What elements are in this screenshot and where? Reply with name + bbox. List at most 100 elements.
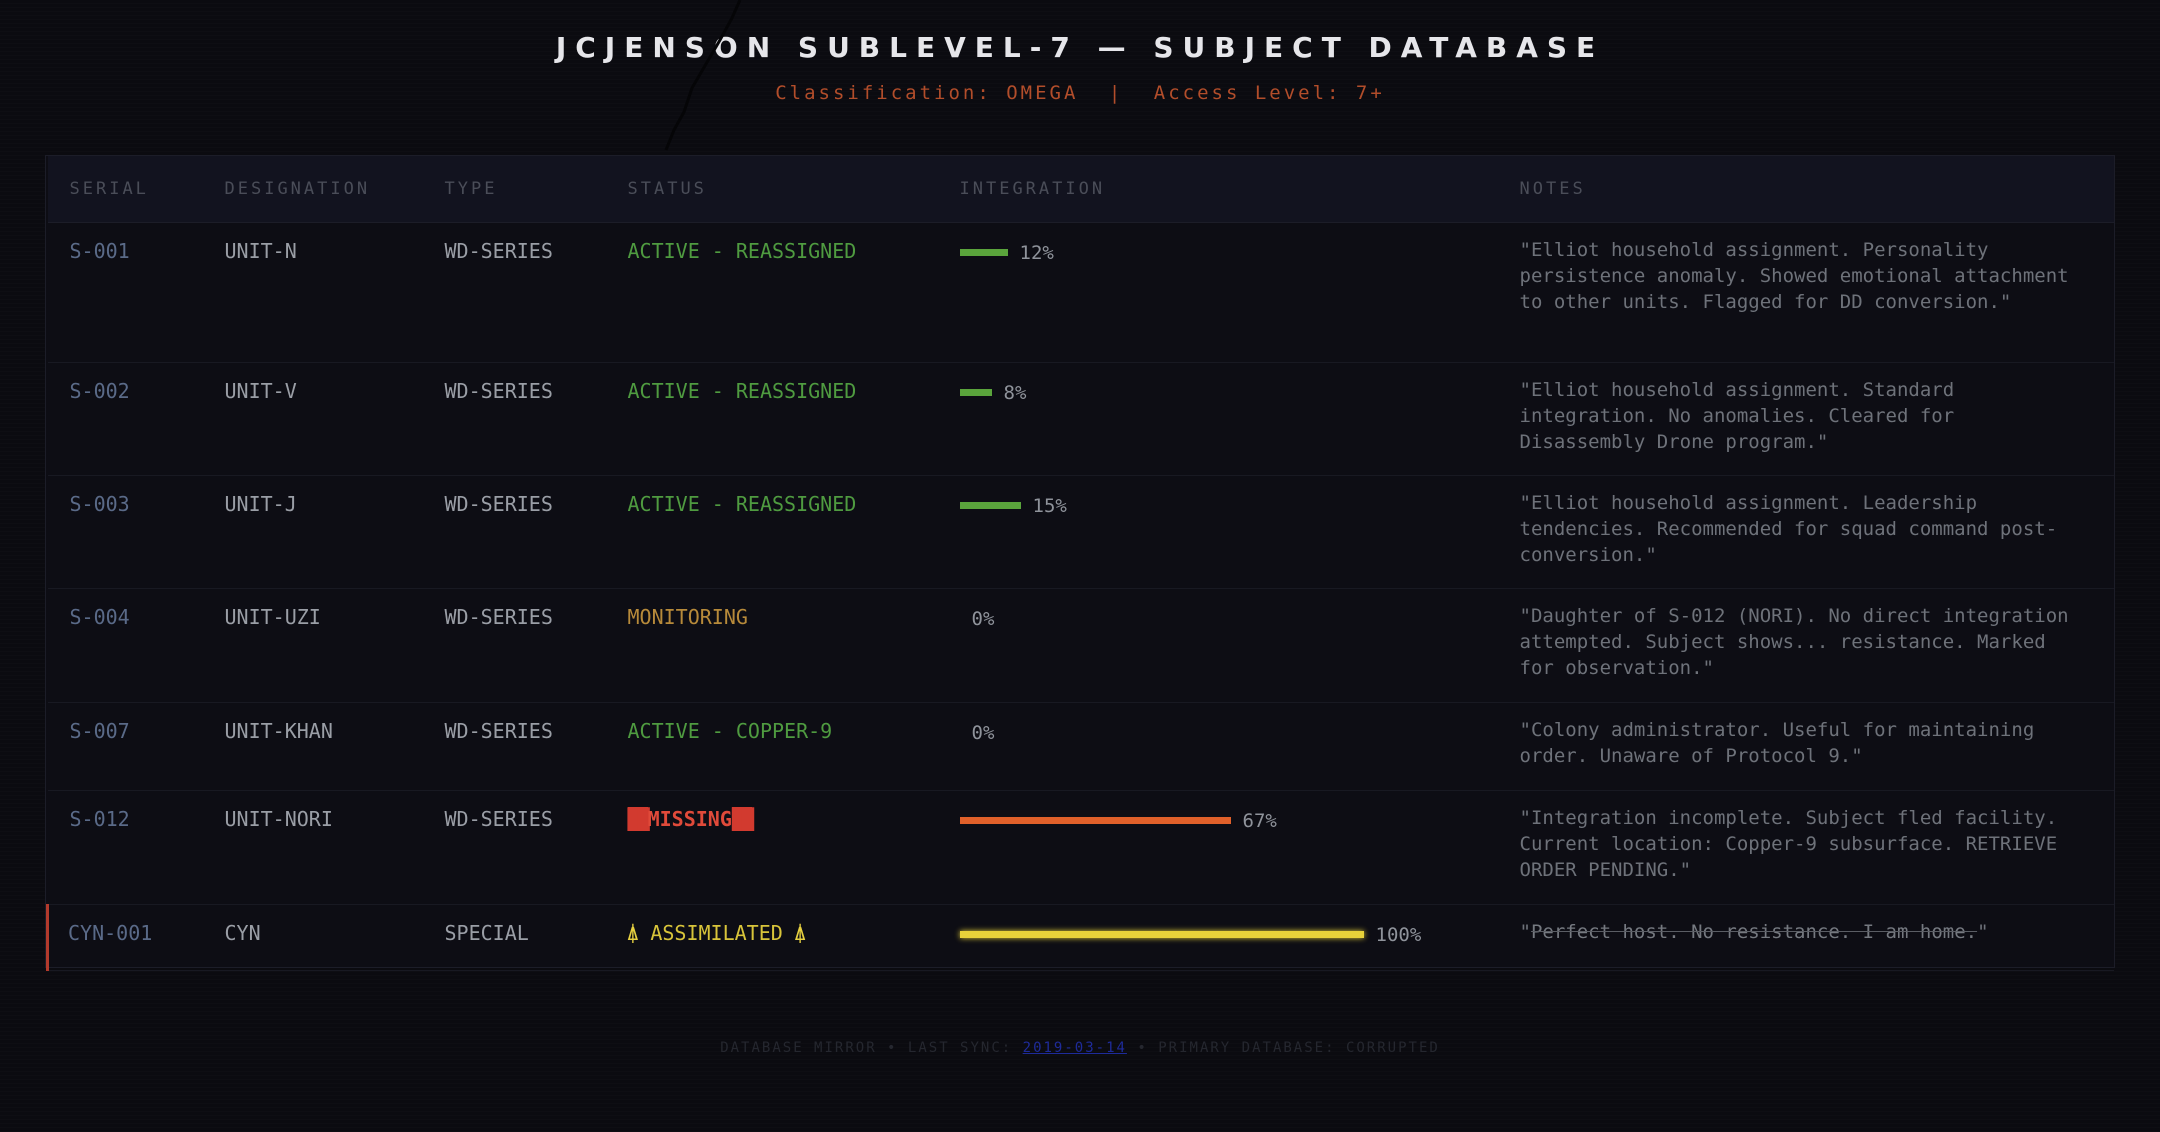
designation-cell: UNIT-NORI	[202, 790, 423, 905]
integration-percent: 8%	[1003, 381, 1027, 404]
type-cell: WD-SERIES	[422, 702, 606, 791]
serial-cell: S-004	[47, 588, 203, 703]
table-header-row: SERIAL DESIGNATION TYPE STATUS INTEGRATION NO…	[47, 156, 2114, 223]
classification-line: Classification: OMEGA | Access Level: 7+	[0, 82, 2160, 104]
status-text: ACTIVE - REASSIGNED	[627, 378, 857, 403]
quote-mark: "	[1519, 920, 1531, 943]
integration-cell: 0%	[937, 702, 1498, 791]
integration-bar-fill	[959, 817, 1231, 824]
status-cell: ⍋ ASSIMILATED ⍋	[605, 904, 938, 971]
designation-cell: UNIT-V	[202, 362, 423, 476]
integration-meter: 100%	[959, 921, 1498, 949]
integration-meter: 67%	[959, 807, 1498, 835]
type-cell: WD-SERIES	[422, 475, 606, 589]
status-text: ACTIVE - COPPER-9	[627, 718, 833, 743]
redaction-block: ██	[627, 806, 650, 831]
notes-cell: "Elliot household assignment. Personalit…	[1497, 222, 2114, 363]
type-cell: WD-SERIES	[422, 790, 606, 905]
table-row[interactable]: S-002 UNIT-V WD-SERIES ACTIVE - REASSIGNED 8…	[47, 362, 2114, 476]
table-row[interactable]: CYN-001 CYN SPECIAL ⍋ ASSIMILATED ⍋ 100% "Perfe…	[46, 904, 2114, 971]
column-header-status: STATUS	[605, 156, 938, 223]
table-row[interactable]: S-004 UNIT-UZI WD-SERIES MONITORING 0% "Daugh…	[47, 588, 2114, 703]
type-cell: WD-SERIES	[422, 222, 606, 363]
integration-percent: 0%	[971, 721, 995, 744]
biohazard-icon: ⍋	[627, 923, 639, 945]
page-title: JCJENSON SUBLEVEL-7 — SUBJECT DATABASE	[555, 31, 1605, 64]
column-header-notes: NOTES	[1497, 156, 2114, 223]
status-cell: ACTIVE - REASSIGNED	[605, 475, 938, 589]
serial-cell: S-012	[47, 790, 203, 905]
status-cell: ACTIVE - REASSIGNED	[605, 362, 938, 476]
biohazard-icon: ⍋	[794, 923, 806, 945]
notes-cell: "Daughter of S-012 (NORI). No direct int…	[1497, 588, 2114, 703]
column-header-type: TYPE	[422, 156, 606, 223]
notes-cell: "Integration incomplete. Subject fled fa…	[1497, 790, 2114, 905]
integration-cell: 0%	[937, 588, 1498, 703]
designation-cell: CYN	[202, 904, 423, 971]
integration-meter: 15%	[959, 492, 1498, 520]
status-cell: MONITORING	[605, 588, 938, 703]
footer: DATABASE MIRROR • LAST SYNC: 2019-03-14 …	[0, 1040, 2160, 1056]
status-cell: ACTIVE - COPPER-9	[605, 702, 938, 791]
integration-percent: 12%	[1019, 241, 1054, 264]
serial-cell: CYN-001	[46, 904, 203, 971]
page-header: JCJENSON SUBLEVEL-7 — SUBJECT DATABASE C…	[0, 0, 2160, 104]
integration-bar-fill	[959, 389, 992, 396]
status-cell: ACTIVE - REASSIGNED	[605, 222, 938, 363]
classification-label: Classification: OMEGA	[775, 82, 1079, 104]
integration-cell: 67%	[937, 790, 1498, 905]
column-header-designation: DESIGNATION	[202, 156, 423, 223]
serial-cell: S-003	[47, 475, 203, 589]
designation-cell: UNIT-KHAN	[202, 702, 423, 791]
access-level-label: Access Level: 7+	[1153, 82, 1385, 104]
footer-sync-text: DATABASE MIRROR • LAST SYNC:	[720, 1040, 1013, 1056]
table-row[interactable]: S-001 UNIT-N WD-SERIES ACTIVE - REASSIGNED 1…	[47, 222, 2114, 363]
column-header-integration: INTEGRATION	[937, 156, 1498, 223]
table-row[interactable]: S-007 UNIT-KHAN WD-SERIES ACTIVE - COPPER-9…	[47, 702, 2114, 791]
notes-cell: "Elliot household assignment. Standard i…	[1497, 362, 2114, 476]
table-row[interactable]: S-012 UNIT-NORI WD-SERIES ██MISSING██ 67% "In…	[47, 790, 2114, 905]
status-text: MONITORING	[627, 604, 748, 629]
serial-cell: S-001	[47, 222, 203, 363]
notes-cell: "Perfect host. No resistance. I am home.…	[1497, 904, 2114, 971]
integration-meter: 0%	[960, 605, 1498, 633]
integration-meter: 12%	[959, 239, 1498, 267]
serial-cell: S-007	[47, 702, 203, 791]
quote-mark: "	[1977, 920, 1989, 943]
subject-table-container: SERIAL DESIGNATION TYPE STATUS INTEGRATION NO…	[45, 155, 2115, 971]
integration-cell: 100%	[937, 904, 1498, 971]
integration-bar-fill	[959, 931, 1364, 938]
last-sync-link[interactable]: 2019-03-14	[1023, 1040, 1127, 1056]
integration-cell: 15%	[937, 475, 1498, 589]
glitched-note-text: Perfect host. No resistance. I am home.	[1530, 920, 1978, 943]
status-text: ACTIVE - REASSIGNED	[627, 491, 857, 516]
subject-table: SERIAL DESIGNATION TYPE STATUS INTEGRATION NO…	[46, 156, 2114, 971]
type-cell: SPECIAL	[422, 904, 606, 971]
redaction-block: ██	[731, 806, 754, 831]
status-text: ACTIVE - REASSIGNED	[627, 238, 857, 263]
table-body: S-001 UNIT-N WD-SERIES ACTIVE - REASSIGNED 1…	[46, 222, 2114, 971]
integration-cell: 12%	[937, 222, 1498, 363]
type-cell: WD-SERIES	[422, 588, 606, 703]
designation-cell: UNIT-J	[202, 475, 423, 589]
integration-percent: 0%	[971, 607, 995, 630]
designation-cell: UNIT-UZI	[202, 588, 423, 703]
status-text: ASSIMILATED	[650, 920, 783, 945]
notes-cell: "Colony administrator. Useful for mainta…	[1497, 702, 2114, 791]
type-cell: WD-SERIES	[422, 362, 606, 476]
integration-percent: 15%	[1032, 494, 1067, 517]
column-header-serial: SERIAL	[47, 156, 203, 223]
footer-status-text: • PRIMARY DATABASE: CORRUPTED	[1137, 1040, 1440, 1056]
separator: |	[1108, 82, 1124, 104]
serial-cell: S-002	[47, 362, 203, 476]
integration-percent: 67%	[1242, 809, 1277, 832]
integration-meter: 0%	[960, 719, 1498, 747]
status-cell: ██MISSING██	[605, 790, 938, 905]
table-row[interactable]: S-003 UNIT-J WD-SERIES ACTIVE - REASSIGNED 1…	[47, 475, 2114, 589]
designation-cell: UNIT-N	[202, 222, 423, 363]
status-text: MISSING	[647, 806, 732, 831]
integration-cell: 8%	[937, 362, 1498, 476]
integration-bar-fill	[959, 249, 1008, 256]
notes-cell: "Elliot household assignment. Leadership…	[1497, 475, 2114, 589]
integration-percent: 100%	[1375, 923, 1422, 946]
